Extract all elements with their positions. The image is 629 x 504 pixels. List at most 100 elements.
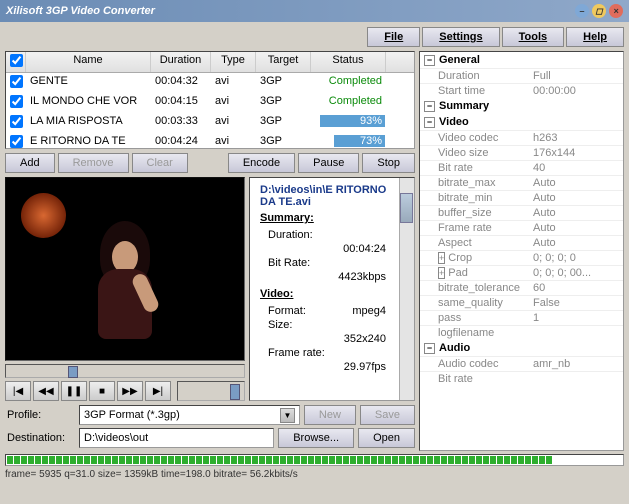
prop-key: Bit rate bbox=[438, 373, 533, 385]
info-scrollbar[interactable] bbox=[399, 178, 414, 400]
remove-button[interactable]: Remove bbox=[58, 153, 129, 173]
open-button[interactable]: Open bbox=[358, 428, 415, 448]
prop-value: 40 bbox=[533, 162, 619, 174]
prop-row[interactable]: Bit rate bbox=[420, 371, 623, 386]
collapse-icon[interactable]: − bbox=[424, 117, 435, 128]
table-row[interactable]: LA MIA RISPOSTA 00:03:33 avi 3GP 93% bbox=[6, 113, 414, 133]
encode-progress-bar bbox=[5, 454, 624, 466]
prop-value bbox=[533, 327, 619, 339]
prop-key: bitrate_min bbox=[438, 192, 533, 204]
prop-key: logfilename bbox=[438, 327, 533, 339]
row-checkbox[interactable] bbox=[10, 135, 23, 148]
table-row[interactable]: E RITORNO DA TE 00:04:24 avi 3GP 73% bbox=[6, 133, 414, 149]
collapse-icon[interactable]: − bbox=[424, 55, 435, 66]
prev-button[interactable]: |◀ bbox=[5, 381, 31, 401]
prop-row[interactable]: buffer_sizeAuto bbox=[420, 205, 623, 220]
pause-button[interactable]: Pause bbox=[298, 153, 359, 173]
stop-playback-button[interactable]: ■ bbox=[89, 381, 115, 401]
prop-value: Auto bbox=[533, 237, 619, 249]
prop-value bbox=[533, 373, 619, 385]
file-table[interactable]: Name Duration Type Target Status GENTE 0… bbox=[5, 51, 415, 149]
row-duration: 00:03:33 bbox=[151, 114, 211, 132]
prop-row[interactable]: Video size176x144 bbox=[420, 145, 623, 160]
row-name: LA MIA RISPOSTA bbox=[26, 114, 151, 132]
next-button[interactable]: ▶| bbox=[145, 381, 171, 401]
maximize-button[interactable]: ◻ bbox=[592, 4, 606, 18]
menu-help[interactable]: Help bbox=[566, 27, 624, 47]
prop-row[interactable]: bitrate_tolerance60 bbox=[420, 280, 623, 295]
chevron-down-icon[interactable]: ▼ bbox=[280, 408, 295, 423]
close-button[interactable]: × bbox=[609, 4, 623, 18]
prop-row[interactable]: +Pad0; 0; 0; 00... bbox=[420, 265, 623, 280]
prop-row[interactable]: +Crop0; 0; 0; 0 bbox=[420, 250, 623, 265]
collapse-icon[interactable]: − bbox=[424, 343, 435, 354]
prop-key: Duration bbox=[438, 70, 533, 82]
rewind-button[interactable]: ◀◀ bbox=[33, 381, 59, 401]
expand-icon[interactable]: + bbox=[438, 267, 445, 279]
collapse-icon[interactable]: − bbox=[424, 101, 435, 112]
minimize-button[interactable]: – bbox=[575, 4, 589, 18]
prop-value: 00:00:00 bbox=[533, 85, 619, 97]
row-type: avi bbox=[211, 94, 256, 112]
row-duration: 00:04:32 bbox=[151, 74, 211, 92]
profile-select[interactable]: 3GP Format (*.3gp) ▼ bbox=[79, 405, 300, 425]
seek-slider[interactable] bbox=[5, 364, 245, 378]
row-duration: 00:04:24 bbox=[151, 134, 211, 149]
forward-button[interactable]: ▶▶ bbox=[117, 381, 143, 401]
info-video-heading: Video: bbox=[260, 288, 404, 300]
prop-value: Auto bbox=[533, 207, 619, 219]
menu-file[interactable]: File bbox=[367, 27, 420, 47]
col-name[interactable]: Name bbox=[26, 52, 151, 72]
row-name: IL MONDO CHE VOR bbox=[26, 94, 151, 112]
row-checkbox[interactable] bbox=[10, 115, 23, 128]
row-target: 3GP bbox=[256, 114, 311, 132]
row-target: 3GP bbox=[256, 94, 311, 112]
table-row[interactable]: GENTE 00:04:32 avi 3GP Completed bbox=[6, 73, 414, 93]
prop-row[interactable]: same_qualityFalse bbox=[420, 295, 623, 310]
prop-row[interactable]: bitrate_maxAuto bbox=[420, 175, 623, 190]
profile-new-button[interactable]: New bbox=[304, 405, 356, 425]
menu-tools[interactable]: Tools bbox=[502, 27, 565, 47]
prop-row[interactable]: Start time00:00:00 bbox=[420, 83, 623, 98]
clear-button[interactable]: Clear bbox=[132, 153, 188, 173]
prop-row[interactable]: AspectAuto bbox=[420, 235, 623, 250]
table-row[interactable]: IL MONDO CHE VOR 00:04:15 avi 3GP Comple… bbox=[6, 93, 414, 113]
add-button[interactable]: Add bbox=[5, 153, 55, 173]
row-checkbox[interactable] bbox=[10, 95, 23, 108]
file-info-panel: D:\videos\in\E RITORNO DA TE.avi Summary… bbox=[249, 177, 415, 401]
prop-row[interactable]: logfilename bbox=[420, 325, 623, 340]
prop-key: bitrate_tolerance bbox=[438, 282, 533, 294]
row-checkbox[interactable] bbox=[10, 75, 23, 88]
encode-button[interactable]: Encode bbox=[228, 153, 295, 173]
prop-section-audio[interactable]: −Audio bbox=[420, 340, 623, 356]
play-pause-button[interactable]: ❚❚ bbox=[61, 381, 87, 401]
expand-icon[interactable]: + bbox=[438, 252, 445, 264]
prop-section-video[interactable]: −Video bbox=[420, 114, 623, 130]
select-all-checkbox[interactable] bbox=[10, 54, 23, 67]
profile-save-button[interactable]: Save bbox=[360, 405, 415, 425]
menu-settings[interactable]: Settings bbox=[422, 27, 499, 47]
stop-button[interactable]: Stop bbox=[362, 153, 415, 173]
prop-section-summary[interactable]: −Summary bbox=[420, 98, 623, 114]
col-duration[interactable]: Duration bbox=[151, 52, 211, 72]
prop-section-general[interactable]: −General bbox=[420, 52, 623, 68]
destination-input[interactable] bbox=[79, 428, 274, 448]
prop-row[interactable]: Bit rate40 bbox=[420, 160, 623, 175]
info-size: 352x240 bbox=[268, 333, 404, 345]
prop-row[interactable]: Frame rateAuto bbox=[420, 220, 623, 235]
prop-row[interactable]: bitrate_minAuto bbox=[420, 190, 623, 205]
properties-panel[interactable]: −GeneralDurationFullStart time00:00:00−S… bbox=[420, 52, 623, 450]
volume-slider[interactable] bbox=[177, 381, 245, 401]
prop-row[interactable]: DurationFull bbox=[420, 68, 623, 83]
row-target: 3GP bbox=[256, 134, 311, 149]
row-duration: 00:04:15 bbox=[151, 94, 211, 112]
prop-row[interactable]: Video codech263 bbox=[420, 130, 623, 145]
prop-row[interactable]: pass1 bbox=[420, 310, 623, 325]
col-target[interactable]: Target bbox=[256, 52, 311, 72]
col-type[interactable]: Type bbox=[211, 52, 256, 72]
destination-label: Destination: bbox=[5, 432, 75, 444]
col-status[interactable]: Status bbox=[311, 52, 386, 72]
prop-row[interactable]: Audio codecamr_nb bbox=[420, 356, 623, 371]
prop-value: Auto bbox=[533, 192, 619, 204]
browse-button[interactable]: Browse... bbox=[278, 428, 354, 448]
